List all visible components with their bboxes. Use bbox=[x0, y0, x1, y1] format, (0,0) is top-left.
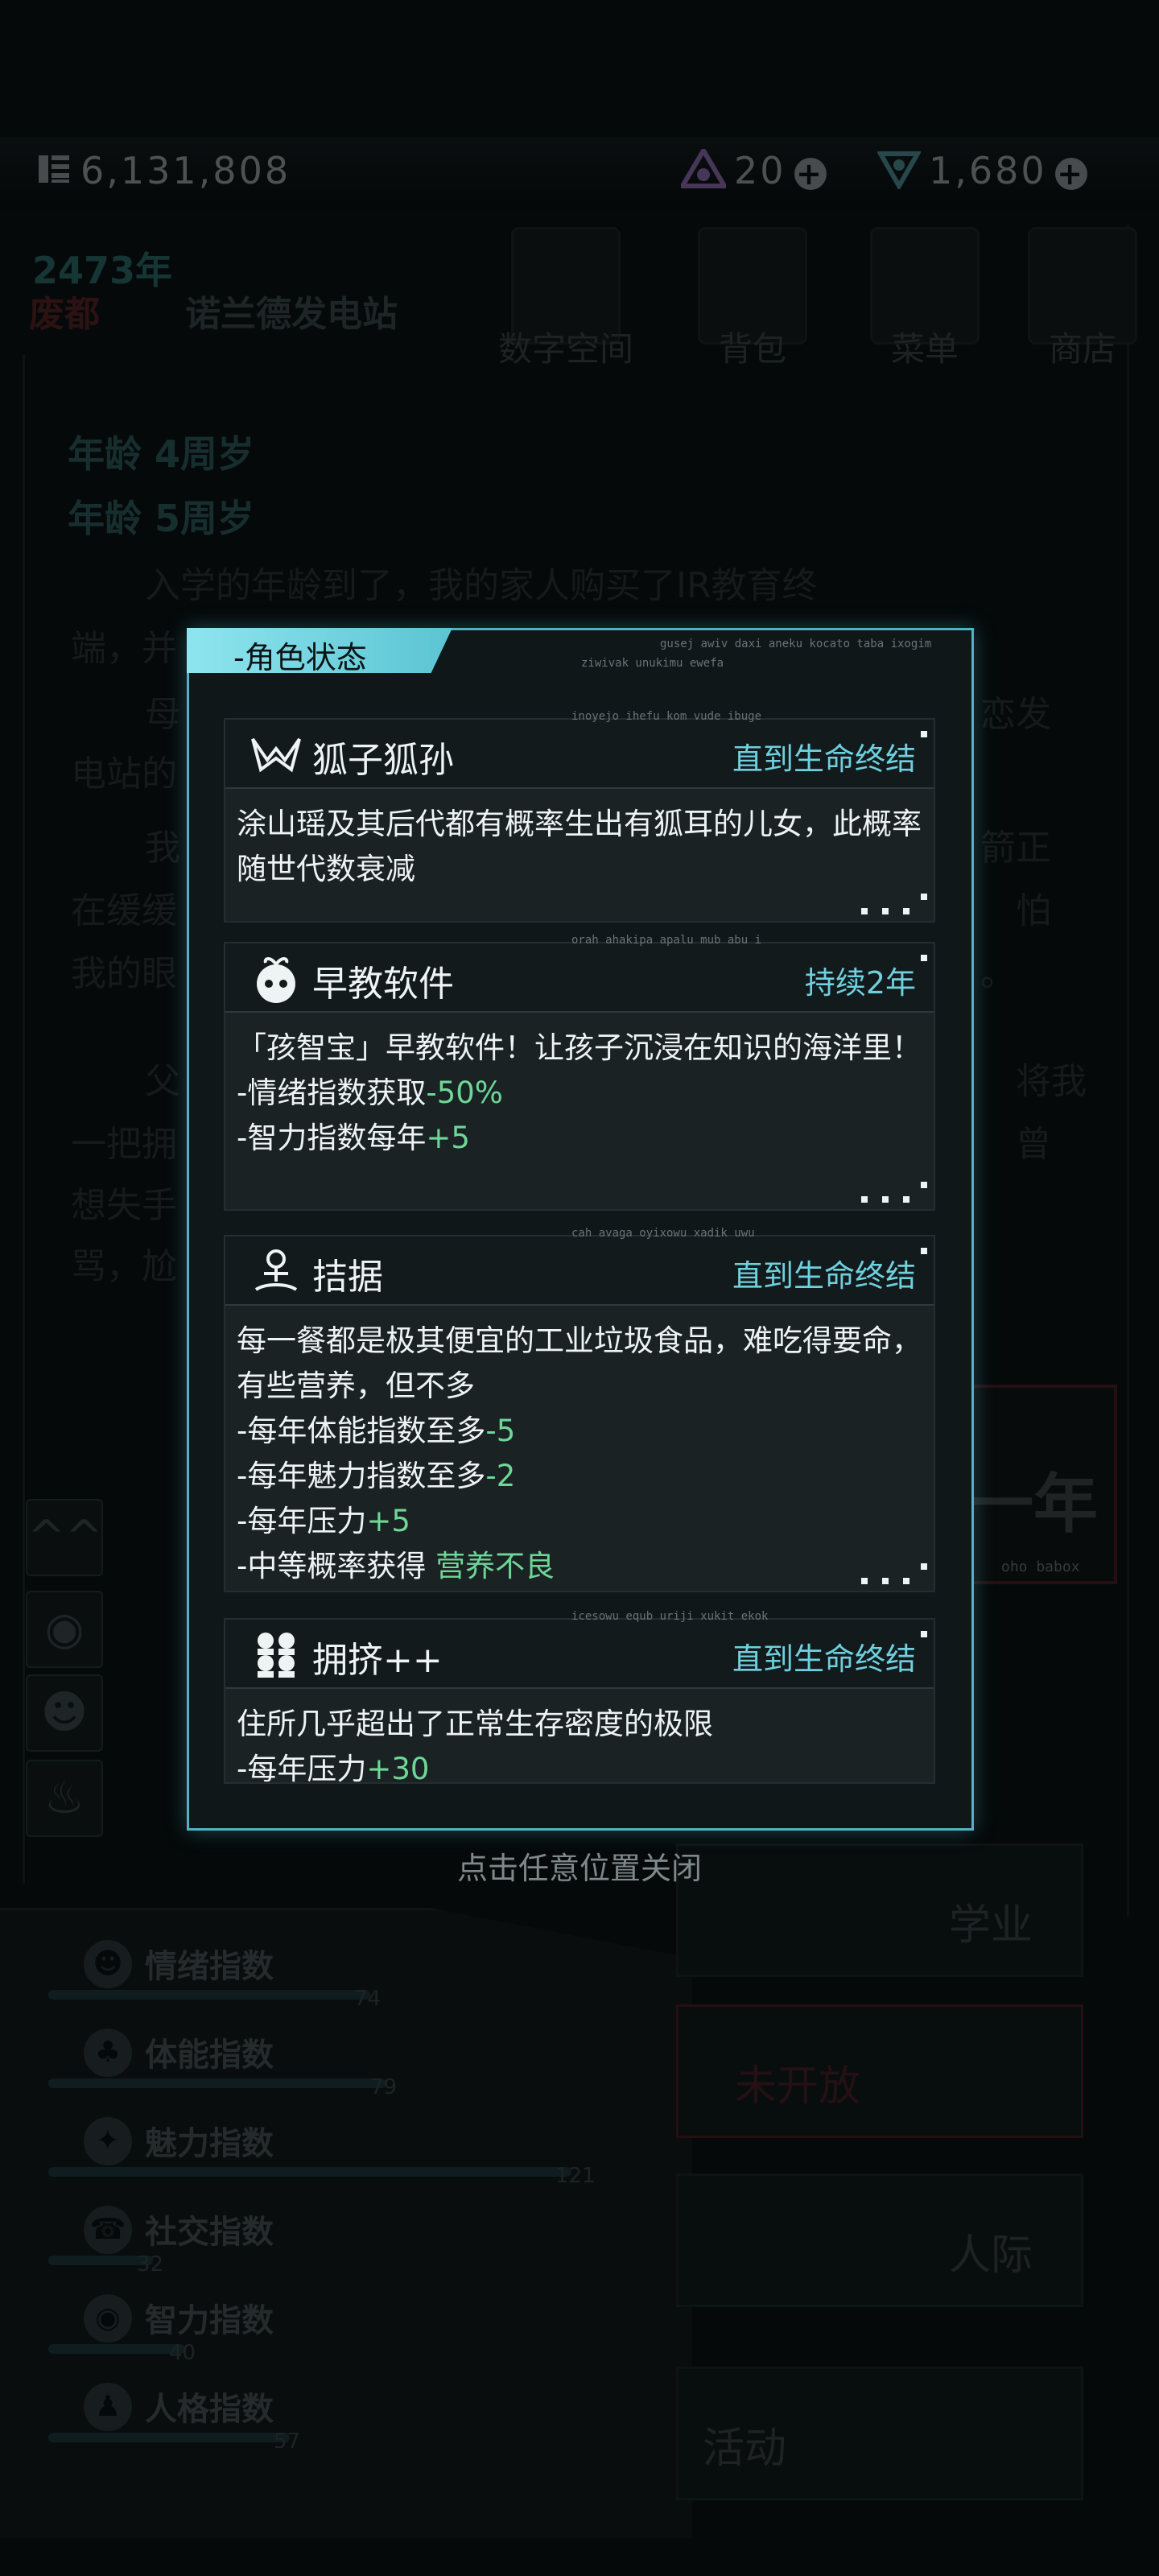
corner-dot bbox=[921, 894, 927, 900]
effect-value: -50% bbox=[426, 1075, 503, 1110]
effect-line: -中等概率获得 营养不良 bbox=[237, 1544, 922, 1589]
corner-dot bbox=[921, 731, 927, 737]
card-name: 拥挤++ bbox=[312, 1640, 443, 1681]
dialog-code-1: gusej awiv daxi aneku kocato taba ixogim bbox=[660, 638, 932, 650]
status-card-fox: inoyejo ihefu kom vude ibuge 狐子狐孙 直到生命终结… bbox=[224, 710, 935, 923]
corner-dot bbox=[903, 1578, 909, 1584]
effect-line: -智力指数每年+5 bbox=[237, 1116, 922, 1161]
effect-value: +5 bbox=[426, 1121, 470, 1155]
card-duration: 持续2年 bbox=[804, 965, 916, 1001]
card-duration: 直到生命终结 bbox=[732, 1258, 916, 1294]
card-code: cah avaga oyixowu xadik uwu bbox=[571, 1227, 755, 1240]
corner-dot bbox=[861, 1578, 868, 1584]
card-code: inoyejo ihefu kom vude ibuge bbox=[571, 710, 762, 723]
corner-dot bbox=[921, 955, 927, 961]
effect-value: +30 bbox=[366, 1752, 430, 1786]
dialog-title: -角色状态 bbox=[233, 640, 367, 675]
effect-line: -每年体能指数至多-5 bbox=[237, 1409, 922, 1454]
card-description: 「孩智宝」早教软件！让孩子沉浸在知识的海洋里！ bbox=[237, 1030, 922, 1065]
card-name: 狐子狐孙 bbox=[312, 740, 454, 781]
dialog-code-2: ziwivak unukimu ewefa bbox=[581, 657, 724, 670]
corner-dot bbox=[861, 908, 868, 914]
effect-text: -情绪指数获取 bbox=[237, 1075, 427, 1110]
effect-value: 营养不良 bbox=[435, 1549, 555, 1583]
card-code: orah ahakipa apalu mub abu i bbox=[571, 934, 762, 947]
card-code: icesowu equb uriji xukit ekok bbox=[571, 1610, 769, 1623]
corner-dot bbox=[903, 908, 909, 914]
effect-value: -2 bbox=[485, 1459, 516, 1493]
card-description: 每一餐都是极其便宜的工业垃圾食品，难吃得要命，有些营养，但不多 bbox=[237, 1323, 922, 1403]
dialog-title-tab: -角色状态 bbox=[187, 628, 452, 673]
effect-line: -每年魅力指数至多-2 bbox=[237, 1454, 922, 1499]
status-card-hardship: cah avaga oyixowu xadik uwu 拮据 直到生命终结 每一… bbox=[224, 1227, 935, 1592]
corner-dot bbox=[903, 1196, 909, 1203]
effect-line: -每年压力+30 bbox=[237, 1747, 922, 1792]
sprout-face-icon bbox=[250, 952, 303, 1005]
card-body: 每一餐都是极其便宜的工业垃圾食品，难吃得要命，有些营养，但不多 -每年体能指数至… bbox=[237, 1319, 922, 1589]
corner-dot bbox=[882, 908, 889, 914]
card-duration: 直到生命终结 bbox=[732, 741, 916, 777]
close-hint[interactable]: 点击任意位置关闭 bbox=[0, 1843, 1159, 1888]
effect-line: -每年压力+5 bbox=[237, 1499, 922, 1544]
status-card-early-education: orah ahakipa apalu mub abu i 早教软件 持续2年 「… bbox=[224, 934, 935, 1211]
effect-value: -5 bbox=[485, 1414, 516, 1448]
corner-dot bbox=[921, 1248, 927, 1254]
fox-ears-icon bbox=[250, 728, 303, 781]
card-description: 涂山瑶及其后代都有概率生出有狐耳的儿女，此概率随世代数衰减 bbox=[237, 807, 922, 886]
effect-text: -每年魅力指数至多 bbox=[237, 1459, 486, 1493]
corner-dot bbox=[921, 1563, 927, 1570]
crowd-icon bbox=[250, 1628, 303, 1681]
card-name: 拮据 bbox=[312, 1257, 383, 1298]
corner-dot bbox=[921, 1631, 927, 1637]
card-duration: 直到生命终结 bbox=[732, 1641, 916, 1677]
card-body: 住所几乎超出了正常生存密度的极限 -每年压力+30 bbox=[237, 1702, 922, 1792]
effect-text: -中等概率获得 bbox=[237, 1549, 436, 1583]
card-name: 早教软件 bbox=[312, 964, 454, 1005]
card-body: 「孩智宝」早教软件！让孩子沉浸在知识的海洋里！ -情绪指数获取-50% -智力指… bbox=[237, 1026, 922, 1161]
effect-text: -每年压力 bbox=[237, 1504, 367, 1538]
effect-text: -每年压力 bbox=[237, 1752, 367, 1786]
effect-text: -每年体能指数至多 bbox=[237, 1414, 486, 1448]
corner-dot bbox=[882, 1578, 889, 1584]
corner-dot bbox=[882, 1196, 889, 1203]
status-card-crowded: icesowu equb uriji xukit ekok 拥挤++ 直到生命终… bbox=[224, 1610, 935, 1786]
effect-value: +5 bbox=[366, 1504, 410, 1538]
corner-dot bbox=[861, 1196, 868, 1203]
effect-line: -情绪指数获取-50% bbox=[237, 1071, 922, 1116]
struggle-icon bbox=[250, 1245, 303, 1298]
corner-dot bbox=[921, 1182, 927, 1188]
card-description: 住所几乎超出了正常生存密度的极限 bbox=[237, 1707, 713, 1741]
effect-text: -智力指数每年 bbox=[237, 1121, 427, 1155]
